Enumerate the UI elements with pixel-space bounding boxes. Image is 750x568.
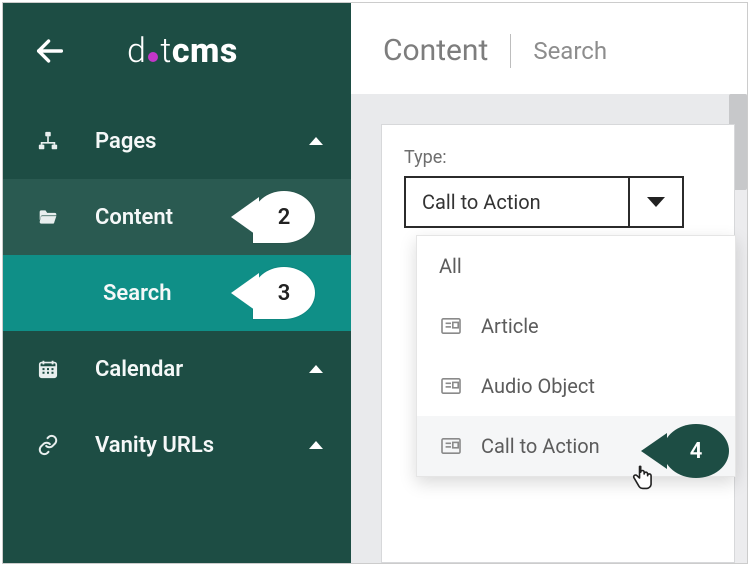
sidebar-item-search[interactable]: Search 3 bbox=[3, 255, 351, 331]
sidebar-item-label: Search bbox=[103, 281, 172, 306]
main-area: Content Search Type: Call to Action All bbox=[351, 3, 747, 563]
content-type-icon bbox=[439, 317, 463, 335]
step-callout: 3 bbox=[253, 267, 315, 319]
sidebar-item-calendar[interactable]: Calendar bbox=[3, 331, 351, 407]
back-arrow-icon[interactable] bbox=[33, 34, 67, 68]
app-logo: dtcms bbox=[127, 31, 238, 71]
cursor-pointer-icon bbox=[629, 463, 657, 498]
dropdown-option-article[interactable]: Article bbox=[417, 296, 735, 356]
folder-open-icon bbox=[31, 207, 65, 227]
dropdown-option-audio-object[interactable]: Audio Object bbox=[417, 356, 735, 416]
sitemap-icon bbox=[31, 130, 65, 152]
step-callout: 2 bbox=[253, 191, 315, 243]
link-icon bbox=[31, 434, 65, 456]
logo-dot-icon bbox=[148, 52, 158, 62]
dropdown-option-label: Article bbox=[481, 314, 539, 338]
chevron-up-icon bbox=[309, 441, 323, 449]
breadcrumb: Content Search bbox=[351, 3, 747, 94]
type-select-value: Call to Action bbox=[406, 178, 630, 226]
sidebar-item-pages[interactable]: Pages bbox=[3, 103, 351, 179]
type-dropdown: All Article Audio Object bbox=[416, 235, 736, 477]
breadcrumb-separator bbox=[510, 34, 511, 68]
dropdown-option-all[interactable]: All bbox=[417, 236, 735, 296]
sidebar-item-label: Vanity URLs bbox=[95, 433, 214, 458]
sidebar-item-label: Calendar bbox=[95, 357, 183, 382]
chevron-up-icon bbox=[309, 137, 323, 145]
logo-text: d bbox=[127, 31, 146, 71]
logo-text: cms bbox=[172, 31, 238, 71]
type-select[interactable]: Call to Action bbox=[404, 176, 684, 228]
content-type-icon bbox=[439, 377, 463, 395]
sidebar-item-content[interactable]: Content 2 bbox=[3, 179, 351, 255]
breadcrumb-sub: Search bbox=[533, 37, 607, 65]
content-area: Type: Call to Action All Arti bbox=[351, 94, 747, 563]
sidebar: dtcms Pages Content 2 Searc bbox=[3, 3, 351, 563]
sidebar-item-label: Pages bbox=[95, 129, 156, 154]
dropdown-option-label: Call to Action bbox=[481, 434, 600, 458]
chevron-down-icon bbox=[647, 197, 665, 207]
calendar-icon bbox=[31, 358, 65, 380]
breadcrumb-main: Content bbox=[383, 33, 488, 68]
sidebar-header: dtcms bbox=[3, 3, 351, 103]
filter-panel: Type: Call to Action All Arti bbox=[381, 124, 735, 563]
step-callout: 4 bbox=[663, 424, 729, 478]
dropdown-option-label: All bbox=[439, 254, 462, 278]
type-field-label: Type: bbox=[404, 147, 712, 168]
sidebar-item-label: Content bbox=[95, 205, 173, 230]
chevron-up-icon bbox=[309, 365, 323, 373]
dropdown-option-call-to-action[interactable]: Call to Action 4 bbox=[417, 416, 735, 476]
sidebar-nav: Pages Content 2 Search 3 Calen bbox=[3, 103, 351, 483]
dropdown-option-label: Audio Object bbox=[481, 374, 595, 398]
content-type-icon bbox=[439, 437, 463, 455]
logo-text: t bbox=[160, 31, 171, 71]
sidebar-item-vanity-urls[interactable]: Vanity URLs bbox=[3, 407, 351, 483]
type-select-caret[interactable] bbox=[630, 178, 682, 226]
